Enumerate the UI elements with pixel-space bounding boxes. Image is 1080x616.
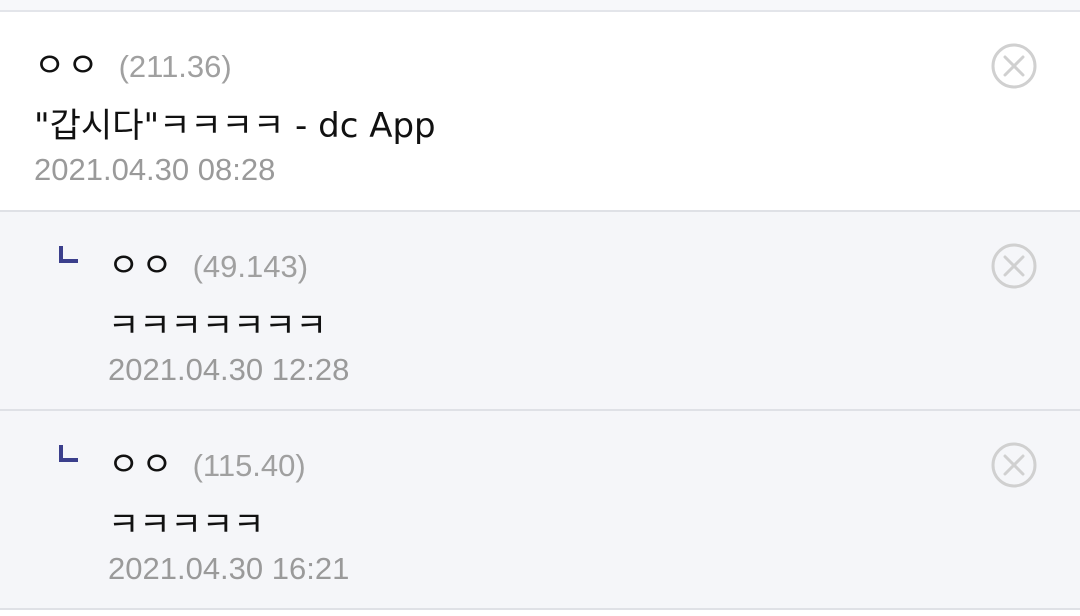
reply-date: 2021.04.30 16:21	[108, 551, 350, 586]
delete-reply-button[interactable]	[990, 242, 1038, 290]
reply-item: ㅇㅇ (115.40) ㅋㅋㅋㅋㅋ 2021.04.30 16:21	[0, 411, 1080, 610]
reply-text: ㅋㅋㅋㅋㅋㅋㅋ	[108, 306, 327, 346]
reply-author: ㅇㅇ	[108, 445, 175, 485]
close-circle-icon	[991, 43, 1037, 89]
reply-meta: ㅇㅇ (49.143)	[108, 238, 308, 287]
comment-meta: ㅇㅇ (211.36)	[34, 38, 232, 87]
top-divider	[0, 0, 1080, 12]
comment-list: ㅇㅇ (211.36) "갑시다"ㅋㅋㅋㅋ - dc App 2021.04.3…	[0, 0, 1080, 616]
close-circle-icon	[991, 243, 1037, 289]
reply-meta: ㅇㅇ (115.40)	[108, 437, 306, 486]
reply-corner-icon	[58, 443, 80, 465]
delete-comment-button[interactable]	[990, 42, 1038, 90]
delete-reply-button[interactable]	[990, 441, 1038, 489]
reply-item: ㅇㅇ (49.143) ㅋㅋㅋㅋㅋㅋㅋ 2021.04.30 12:28	[0, 212, 1080, 411]
comment-date: 2021.04.30 08:28	[34, 152, 276, 187]
close-circle-icon	[991, 442, 1037, 488]
reply-author: ㅇㅇ	[108, 246, 175, 286]
reply-date: 2021.04.30 12:28	[108, 352, 350, 387]
comment-item: ㅇㅇ (211.36) "갑시다"ㅋㅋㅋㅋ - dc App 2021.04.3…	[0, 12, 1080, 212]
comment-ip: (211.36)	[118, 49, 232, 84]
reply-ip: (115.40)	[192, 448, 306, 483]
comment-author: ㅇㅇ	[34, 46, 101, 86]
comment-text: "갑시다"ㅋㅋㅋㅋ - dc App	[34, 106, 436, 146]
reply-text: ㅋㅋㅋㅋㅋ	[108, 505, 265, 545]
reply-corner-icon	[58, 244, 80, 266]
reply-ip: (49.143)	[192, 249, 309, 284]
